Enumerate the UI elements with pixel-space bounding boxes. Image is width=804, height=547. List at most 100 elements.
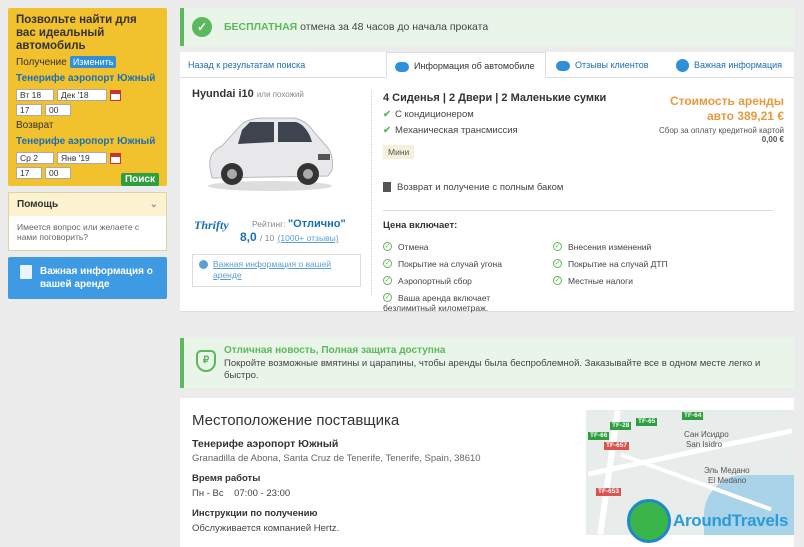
road-label: TF-653 <box>596 488 621 496</box>
search-button[interactable]: Поиск <box>120 173 159 186</box>
road-label: TF-28 <box>610 422 632 430</box>
shield-icon: ₽ <box>196 350 216 372</box>
free-label: БЕСПЛАТНАЯ <box>224 21 298 33</box>
pickup-day-select[interactable]: Вт 18 <box>16 89 54 101</box>
sidebar: Позвольте найти для вас идеальный автомо… <box>8 8 167 299</box>
rating-word: "Отлично" <box>287 218 346 230</box>
check-icon: ✓ <box>192 17 212 37</box>
included-item-text: Отмена <box>398 242 429 252</box>
tab-bar: Назад к результатам поиска Информация об… <box>180 52 794 78</box>
card-fee-value: 0,00 € <box>761 135 784 144</box>
check-icon: ✓ <box>553 259 562 268</box>
check-icon: ✓ <box>383 276 392 285</box>
included-item-text: Аэропортный сбор <box>398 276 472 286</box>
instructions-label: Инструкции по получению <box>192 508 318 519</box>
main-content: ✓ БЕСПЛАТНАЯ отмена за 48 часов до начал… <box>180 8 794 313</box>
included-item-text: Внесения изменений <box>568 242 652 252</box>
search-title: Позвольте найти для вас идеальный автомо… <box>16 14 137 52</box>
included-item: ✓ Ваша аренда включает безлимитный киломе… <box>383 293 523 313</box>
check-icon: ✔ <box>383 109 391 120</box>
divider <box>371 90 372 295</box>
info-icon <box>676 59 689 73</box>
return-label: Возврат <box>16 120 54 131</box>
tab-reviews-label: Отзывы клиентов <box>575 60 649 70</box>
divider <box>383 210 773 211</box>
info-icon <box>199 260 208 269</box>
important-info-button[interactable]: Важная информация о вашей аренде <box>8 257 167 299</box>
card-fee-label: Сбор за оплату кредитной картой <box>659 126 784 135</box>
rating-value: 8,0 / 10 (1000+ отзывы) <box>240 230 339 244</box>
tab-car-info[interactable]: Информация об автомобиле <box>386 52 546 78</box>
check-icon: ✔ <box>383 125 391 136</box>
car-name: Hyundai i10 или похожий <box>192 88 304 100</box>
return-location[interactable]: Тенерифе аэропорт Южный <box>16 136 159 147</box>
important-info-label: Важная информация о вашей аренде <box>40 266 153 290</box>
included-item-text: Покрытие на случай угона <box>398 259 502 269</box>
pickup-location[interactable]: Тенерифе аэропорт Южный <box>16 73 159 84</box>
protection-text: Покройте возможные вмятины и царапины, ч… <box>224 358 761 381</box>
globe-icon <box>627 499 671 543</box>
rating-label: Рейтинг: "Отлично" <box>252 218 346 230</box>
location-title: Местоположение поставщика <box>192 412 400 429</box>
rating-max: / 10 <box>260 233 275 243</box>
tab-car-info-label: Информация об автомобиле <box>414 61 535 71</box>
pickup-month-select[interactable]: Дек '18 <box>57 89 107 101</box>
price-value: авто 389,21 € <box>707 109 784 123</box>
reviews-link[interactable]: (1000+ отзывы) <box>278 233 339 243</box>
help-box: Помощь ⌄ Имеется вопрос или желаете с на… <box>8 192 167 251</box>
feature-transmission-text: Механическая трансмиссия <box>394 125 518 136</box>
return-day-select[interactable]: Ср 2 <box>16 152 54 164</box>
hours-value: Пн - Вс 07:00 - 23:00 <box>192 488 291 499</box>
check-icon: ✓ <box>553 242 562 251</box>
hours-label: Время работы <box>192 473 261 484</box>
help-title: Помощь <box>17 199 59 210</box>
location-name: Тенерифе аэропорт Южный <box>192 438 339 450</box>
included-item-text: Местные налоги <box>568 276 633 286</box>
fuel-pump-icon <box>383 182 391 193</box>
fuel-policy-text: Возврат и получение с полным баком <box>397 182 564 193</box>
tab-reviews[interactable]: Отзывы клиентов <box>556 52 649 78</box>
included-item: ✓ Отмена <box>383 242 429 252</box>
tab-important-label: Важная информация <box>694 60 783 70</box>
car-image <box>208 117 333 191</box>
pickup-minute-select[interactable]: 00 <box>45 104 71 116</box>
location-address: Granadilla de Abona, Santa Cruz de Tener… <box>192 453 481 464</box>
feature-transmission: ✔ Механическая трансмиссия <box>383 125 518 136</box>
protection-title: Отличная новость, Полная защита доступна <box>224 345 446 356</box>
included-item: ✓ Местные налоги <box>553 276 633 286</box>
car-features: 4 Сиденья | 2 Двери | 2 Маленькие сумки <box>383 92 607 104</box>
included-item-text: Ваша аренда включает безлимитный километ… <box>383 293 491 313</box>
document-icon <box>20 265 32 279</box>
feature-ac-text: С кондиционером <box>394 109 474 120</box>
important-info-link[interactable]: Важная информация о вашей аренде <box>192 254 361 287</box>
help-header[interactable]: Помощь ⌄ <box>9 193 166 216</box>
road-label: TF-66 <box>588 432 610 440</box>
map-place: El Medano <box>708 476 747 485</box>
car-model: Hyundai i10 <box>192 88 254 100</box>
calendar-icon[interactable] <box>110 152 121 164</box>
road-label: TF-65 <box>636 418 658 426</box>
return-minute-select[interactable]: 00 <box>45 167 71 179</box>
chat-icon <box>556 60 570 71</box>
search-box: Позвольте найти для вас идеальный автомо… <box>8 8 167 186</box>
map-place: Сан Исидро <box>684 430 729 439</box>
included-item: ✓ Покрытие на случай угона <box>383 259 502 269</box>
included-title: Цена включает: <box>383 220 458 231</box>
calendar-icon[interactable] <box>110 89 121 101</box>
map-place: Эль Медано <box>704 466 750 475</box>
pickup-hour-select[interactable]: 17 <box>16 104 42 116</box>
chevron-down-icon[interactable]: ⌄ <box>150 199 158 210</box>
cancel-text: БЕСПЛАТНАЯ отмена за 48 часов до начала … <box>224 21 488 33</box>
return-month-select[interactable]: Янв '19 <box>57 152 107 164</box>
fuel-policy: Возврат и получение с полным баком <box>383 182 563 193</box>
tab-important[interactable]: Важная информация <box>676 52 782 78</box>
watermark-text: AroundTravels <box>673 511 789 530</box>
back-to-results-link[interactable]: Назад к результатам поиска <box>188 52 305 78</box>
return-hour-select[interactable]: 17 <box>16 167 42 179</box>
change-button[interactable]: Изменить <box>69 56 117 68</box>
category-badge: Мини <box>383 145 415 159</box>
road-label: TF-64 <box>682 412 704 420</box>
cancel-detail: отмена за 48 часов до начала проката <box>300 21 489 33</box>
car-card: Hyundai i10 или похожий Thrifty Рейтинг:… <box>180 78 794 313</box>
included-item: ✓ Внесения изменений <box>553 242 651 252</box>
